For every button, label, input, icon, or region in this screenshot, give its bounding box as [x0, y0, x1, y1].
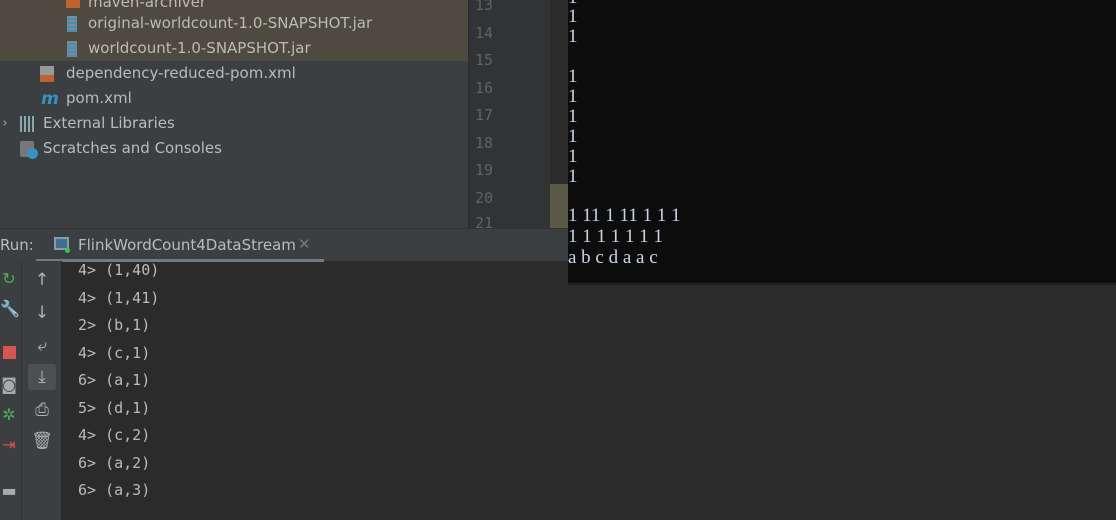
terminal-line: 1: [568, 126, 578, 147]
layout-icon[interactable]: ▬: [0, 479, 18, 503]
chevron-right-icon[interactable]: ›: [0, 116, 12, 132]
scroll-marker[interactable]: [550, 184, 568, 228]
rerun-icon[interactable]: ↻: [0, 267, 18, 291]
terminal-line: 1: [568, 106, 578, 127]
tree-item-scratches[interactable]: Scratches and Consoles: [0, 136, 468, 161]
line-number: 13: [475, 0, 494, 14]
line-number: 15: [475, 51, 494, 69]
console-line: 6> (a,2): [78, 454, 151, 472]
stop-icon[interactable]: [0, 341, 18, 365]
run-tab[interactable]: FlinkWordCount4DataStream ✕: [36, 229, 324, 262]
run-toolbar-left: ↻ 🔧 ◙ ✲ ⇥ ▬: [0, 261, 22, 520]
xml-file-icon: [40, 66, 54, 82]
terminal-line: 1 11 1 11 1 1 1: [568, 205, 681, 226]
folder-icon: [66, 0, 80, 8]
clock-icon: [27, 148, 38, 159]
close-icon[interactable]: ✕: [298, 235, 311, 253]
terminal-window[interactable]: 1 1 1 1 1 1 1 1 1 1 11 1 11 1 1 1 1 1 1 …: [568, 0, 1116, 285]
console-line: 5> (d,1): [78, 399, 151, 417]
trash-icon[interactable]: 🗑: [28, 428, 56, 454]
line-number: 18: [475, 134, 494, 152]
console-line: 4> (1,41): [78, 289, 160, 307]
library-icon: [20, 116, 36, 132]
line-number: 20: [475, 189, 494, 207]
run-toolbar-right: ↑ ↓ ⤶ ⤓ ⎙ 🗑: [22, 261, 62, 520]
exit-icon[interactable]: ⇥: [0, 433, 18, 457]
line-number: 17: [475, 106, 494, 124]
running-indicator-icon: [65, 248, 70, 253]
console-line: 4> (1,40): [78, 261, 160, 279]
run-label: Run:: [0, 236, 34, 254]
console-line: 2> (b,1): [78, 316, 151, 334]
debug-icon[interactable]: ✲: [0, 403, 18, 427]
line-number-gutter: 13 14 15 16 17 18 19 20 21: [468, 0, 550, 232]
scroll-to-end-icon[interactable]: ⤓: [28, 364, 56, 390]
terminal-line: 1: [568, 6, 578, 27]
console-line: 4> (c,1): [78, 344, 151, 362]
tree-item-pom[interactable]: m pom.xml: [0, 86, 468, 111]
tree-item-jar[interactable]: worldcount-1.0-SNAPSHOT.jar: [0, 36, 468, 61]
terminal-line: 1: [568, 86, 578, 107]
jar-icon: [67, 41, 77, 57]
run-tool-bar: Run: FlinkWordCount4DataStream ✕: [0, 228, 568, 262]
editor-marker-bar: [550, 0, 568, 228]
arrow-up-icon[interactable]: ↑: [28, 267, 56, 293]
console-line: 6> (a,1): [78, 371, 151, 389]
arrow-down-icon[interactable]: ↓: [28, 300, 56, 326]
camera-icon[interactable]: ◙: [0, 373, 18, 397]
maven-icon: m: [41, 89, 59, 109]
soft-wrap-icon[interactable]: ⤶: [28, 333, 56, 359]
line-number: 14: [475, 24, 494, 42]
line-number: 16: [475, 79, 494, 97]
terminal-line: 1: [568, 26, 578, 47]
terminal-line: 1: [568, 66, 578, 87]
wrench-icon[interactable]: 🔧: [0, 297, 20, 321]
tree-item-original-jar[interactable]: original-worldcount-1.0-SNAPSHOT.jar: [0, 11, 468, 36]
console-line: 4> (c,2): [78, 426, 151, 444]
tree-item-dependency-reduced-pom[interactable]: dependency-reduced-pom.xml: [0, 61, 468, 86]
terminal-line: 1: [568, 166, 578, 187]
jar-icon: [67, 16, 77, 32]
run-tab-label: FlinkWordCount4DataStream: [78, 236, 296, 254]
project-tree: maven-archiver original-worldcount-1.0-S…: [0, 0, 468, 228]
print-icon[interactable]: ⎙: [28, 397, 56, 423]
tree-item-external-libraries[interactable]: › External Libraries: [0, 111, 468, 136]
terminal-line: 1: [568, 146, 578, 167]
console-line: 6> (a,3): [78, 481, 151, 499]
line-number: 19: [475, 161, 494, 179]
terminal-line: 1 1 1 1 1 1 1: [568, 226, 663, 247]
terminal-line: a b c d a a c: [568, 247, 658, 268]
